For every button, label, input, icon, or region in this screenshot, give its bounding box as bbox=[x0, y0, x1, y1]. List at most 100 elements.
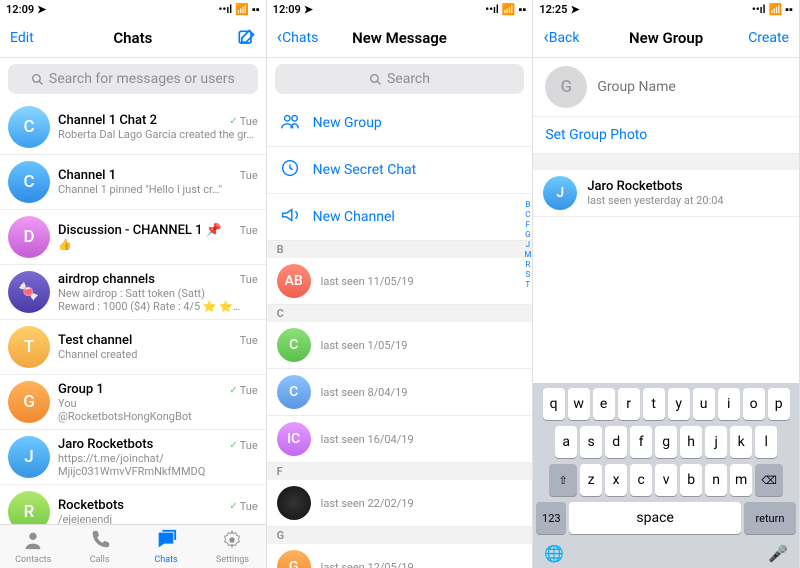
tab-calls[interactable]: Calls bbox=[66, 525, 132, 568]
key-l[interactable]: l bbox=[755, 426, 777, 458]
chat-list[interactable]: C Channel 1 Chat 2 ✓Tue Roberta Dal Lago… bbox=[0, 100, 266, 524]
chat-row[interactable]: J Jaro Rocketbots ✓Tue https://t.me/join… bbox=[0, 430, 266, 485]
contact-sub: last seen 1/05/19 bbox=[321, 339, 408, 352]
key-f[interactable]: f bbox=[630, 426, 652, 458]
contact-row[interactable]: ABlast seen 11/05/19 bbox=[267, 258, 533, 305]
new-group-screen: 12:25➤ ••ıl📶▪▪ ‹Back New Group Create G … bbox=[533, 0, 800, 568]
back-button[interactable]: ‹Back bbox=[543, 27, 599, 48]
battery-icon: ▪▪ bbox=[785, 3, 793, 16]
location-icon: ➤ bbox=[304, 3, 313, 16]
key-n[interactable]: n bbox=[705, 464, 727, 496]
index-letter[interactable]: C bbox=[525, 210, 530, 219]
menu-channel[interactable]: New Channel bbox=[267, 194, 533, 241]
group-avatar-placeholder[interactable]: G bbox=[545, 66, 587, 108]
key-g[interactable]: g bbox=[655, 426, 677, 458]
chats-icon bbox=[155, 529, 177, 554]
key-s[interactable]: s bbox=[580, 426, 602, 458]
create-button[interactable]: Create bbox=[733, 30, 789, 46]
key-m[interactable]: m bbox=[730, 464, 752, 496]
index-letter[interactable]: T bbox=[525, 280, 530, 289]
chat-row[interactable]: D Discussion - CHANNEL 1 📌 Tue 👍 bbox=[0, 210, 266, 265]
avatar: C bbox=[8, 106, 50, 148]
chat-row[interactable]: R Rocketbots ✓Tue /ejejenendj bbox=[0, 485, 266, 524]
chat-row[interactable]: C Channel 1 Tue Channel 1 pinned "Hello … bbox=[0, 155, 266, 210]
key-h[interactable]: h bbox=[680, 426, 702, 458]
chat-row[interactable]: C Channel 1 Chat 2 ✓Tue Roberta Dal Lago… bbox=[0, 100, 266, 155]
keyboard[interactable]: qwertyuiop asdfghjkl ⇧zxcvbnm⌫ 123 space… bbox=[533, 383, 799, 568]
contact-row[interactable]: Clast seen 8/04/19 bbox=[267, 369, 533, 416]
calls-icon bbox=[89, 529, 111, 554]
edit-button[interactable]: Edit bbox=[10, 30, 66, 46]
contact-row[interactable]: last seen 22/02/19 bbox=[267, 480, 533, 527]
avatar: C bbox=[8, 161, 50, 203]
key-k[interactable]: k bbox=[730, 426, 752, 458]
contacts-icon bbox=[22, 529, 44, 554]
key-t[interactable]: t bbox=[643, 388, 665, 420]
contact-row[interactable]: Clast seen 1/05/19 bbox=[267, 322, 533, 369]
back-button[interactable]: ‹Chats bbox=[277, 27, 333, 48]
tab-chats[interactable]: Chats bbox=[133, 525, 199, 568]
location-icon: ➤ bbox=[570, 3, 579, 16]
key-d[interactable]: d bbox=[605, 426, 627, 458]
key-c[interactable]: c bbox=[630, 464, 652, 496]
page-title: New Group bbox=[599, 29, 733, 47]
globe-icon[interactable]: 🌐 bbox=[544, 544, 564, 563]
contact-sub: last seen 12/05/19 bbox=[321, 561, 414, 568]
mic-icon[interactable]: 🎤 bbox=[768, 544, 788, 563]
index-letter[interactable]: J bbox=[526, 240, 530, 249]
key-z[interactable]: z bbox=[580, 464, 602, 496]
index-rail[interactable]: BCFGJMRST bbox=[524, 200, 531, 289]
key-backspace[interactable]: ⌫ bbox=[755, 464, 783, 496]
key-y[interactable]: y bbox=[668, 388, 690, 420]
chat-row[interactable]: T Test channel Tue Channel created bbox=[0, 320, 266, 375]
key-i[interactable]: i bbox=[718, 388, 740, 420]
chat-row[interactable]: 🍬 airdrop channels Tue New airdrop : Sat… bbox=[0, 265, 266, 320]
key-p[interactable]: p bbox=[768, 388, 790, 420]
group-icon bbox=[279, 110, 301, 136]
key-v[interactable]: v bbox=[655, 464, 677, 496]
check-icon: ✓ bbox=[229, 440, 237, 451]
set-group-photo-button[interactable]: Set Group Photo bbox=[533, 117, 799, 154]
tab-settings[interactable]: Settings bbox=[199, 525, 265, 568]
key-return[interactable]: return bbox=[744, 502, 796, 534]
contact-row[interactable]: IClast seen 16/04/19 bbox=[267, 416, 533, 463]
page-title: New Message bbox=[333, 29, 467, 47]
index-letter[interactable]: M bbox=[524, 250, 531, 259]
index-letter[interactable]: B bbox=[525, 200, 530, 209]
index-letter[interactable]: S bbox=[525, 270, 530, 279]
index-letter[interactable]: G bbox=[525, 230, 530, 239]
index-letter[interactable]: R bbox=[525, 260, 530, 269]
key-u[interactable]: u bbox=[693, 388, 715, 420]
key-j[interactable]: j bbox=[705, 426, 727, 458]
key-space[interactable]: space bbox=[569, 502, 741, 534]
menu-secret[interactable]: New Secret Chat bbox=[267, 147, 533, 194]
group-name-input[interactable] bbox=[597, 79, 787, 95]
tab-contacts[interactable]: Contacts bbox=[0, 525, 66, 568]
avatar: C bbox=[277, 375, 311, 409]
key-r[interactable]: r bbox=[618, 388, 640, 420]
contact-row[interactable]: Glast seen 12/05/19 bbox=[267, 544, 533, 568]
key-w[interactable]: w bbox=[568, 388, 590, 420]
key-a[interactable]: a bbox=[555, 426, 577, 458]
key-q[interactable]: q bbox=[543, 388, 565, 420]
status-bar: 12:25➤ ••ıl📶▪▪ bbox=[533, 0, 799, 18]
search-input[interactable]: Search bbox=[275, 64, 525, 94]
chat-row[interactable]: G Group 1 ✓Tue You @RocketbotsHongKongBo… bbox=[0, 375, 266, 430]
key-o[interactable]: o bbox=[743, 388, 765, 420]
section-header: F bbox=[267, 463, 533, 480]
key-123[interactable]: 123 bbox=[536, 502, 566, 534]
chat-preview: 👍 bbox=[58, 238, 258, 251]
member-row[interactable]: JJaro Rocketbotslast seen yesterday at 2… bbox=[533, 170, 799, 217]
search-input[interactable]: Search for messages or users bbox=[8, 64, 258, 94]
key-shift[interactable]: ⇧ bbox=[549, 464, 577, 496]
index-letter[interactable]: F bbox=[526, 220, 530, 229]
key-x[interactable]: x bbox=[605, 464, 627, 496]
menu-group[interactable]: New Group bbox=[267, 100, 533, 147]
channel-icon bbox=[279, 204, 301, 230]
avatar: R bbox=[8, 491, 50, 524]
avatar: IC bbox=[277, 422, 311, 456]
compose-button[interactable] bbox=[200, 28, 256, 48]
contact-list[interactable]: BABlast seen 11/05/19CClast seen 1/05/19… bbox=[267, 241, 533, 568]
key-b[interactable]: b bbox=[680, 464, 702, 496]
key-e[interactable]: e bbox=[593, 388, 615, 420]
